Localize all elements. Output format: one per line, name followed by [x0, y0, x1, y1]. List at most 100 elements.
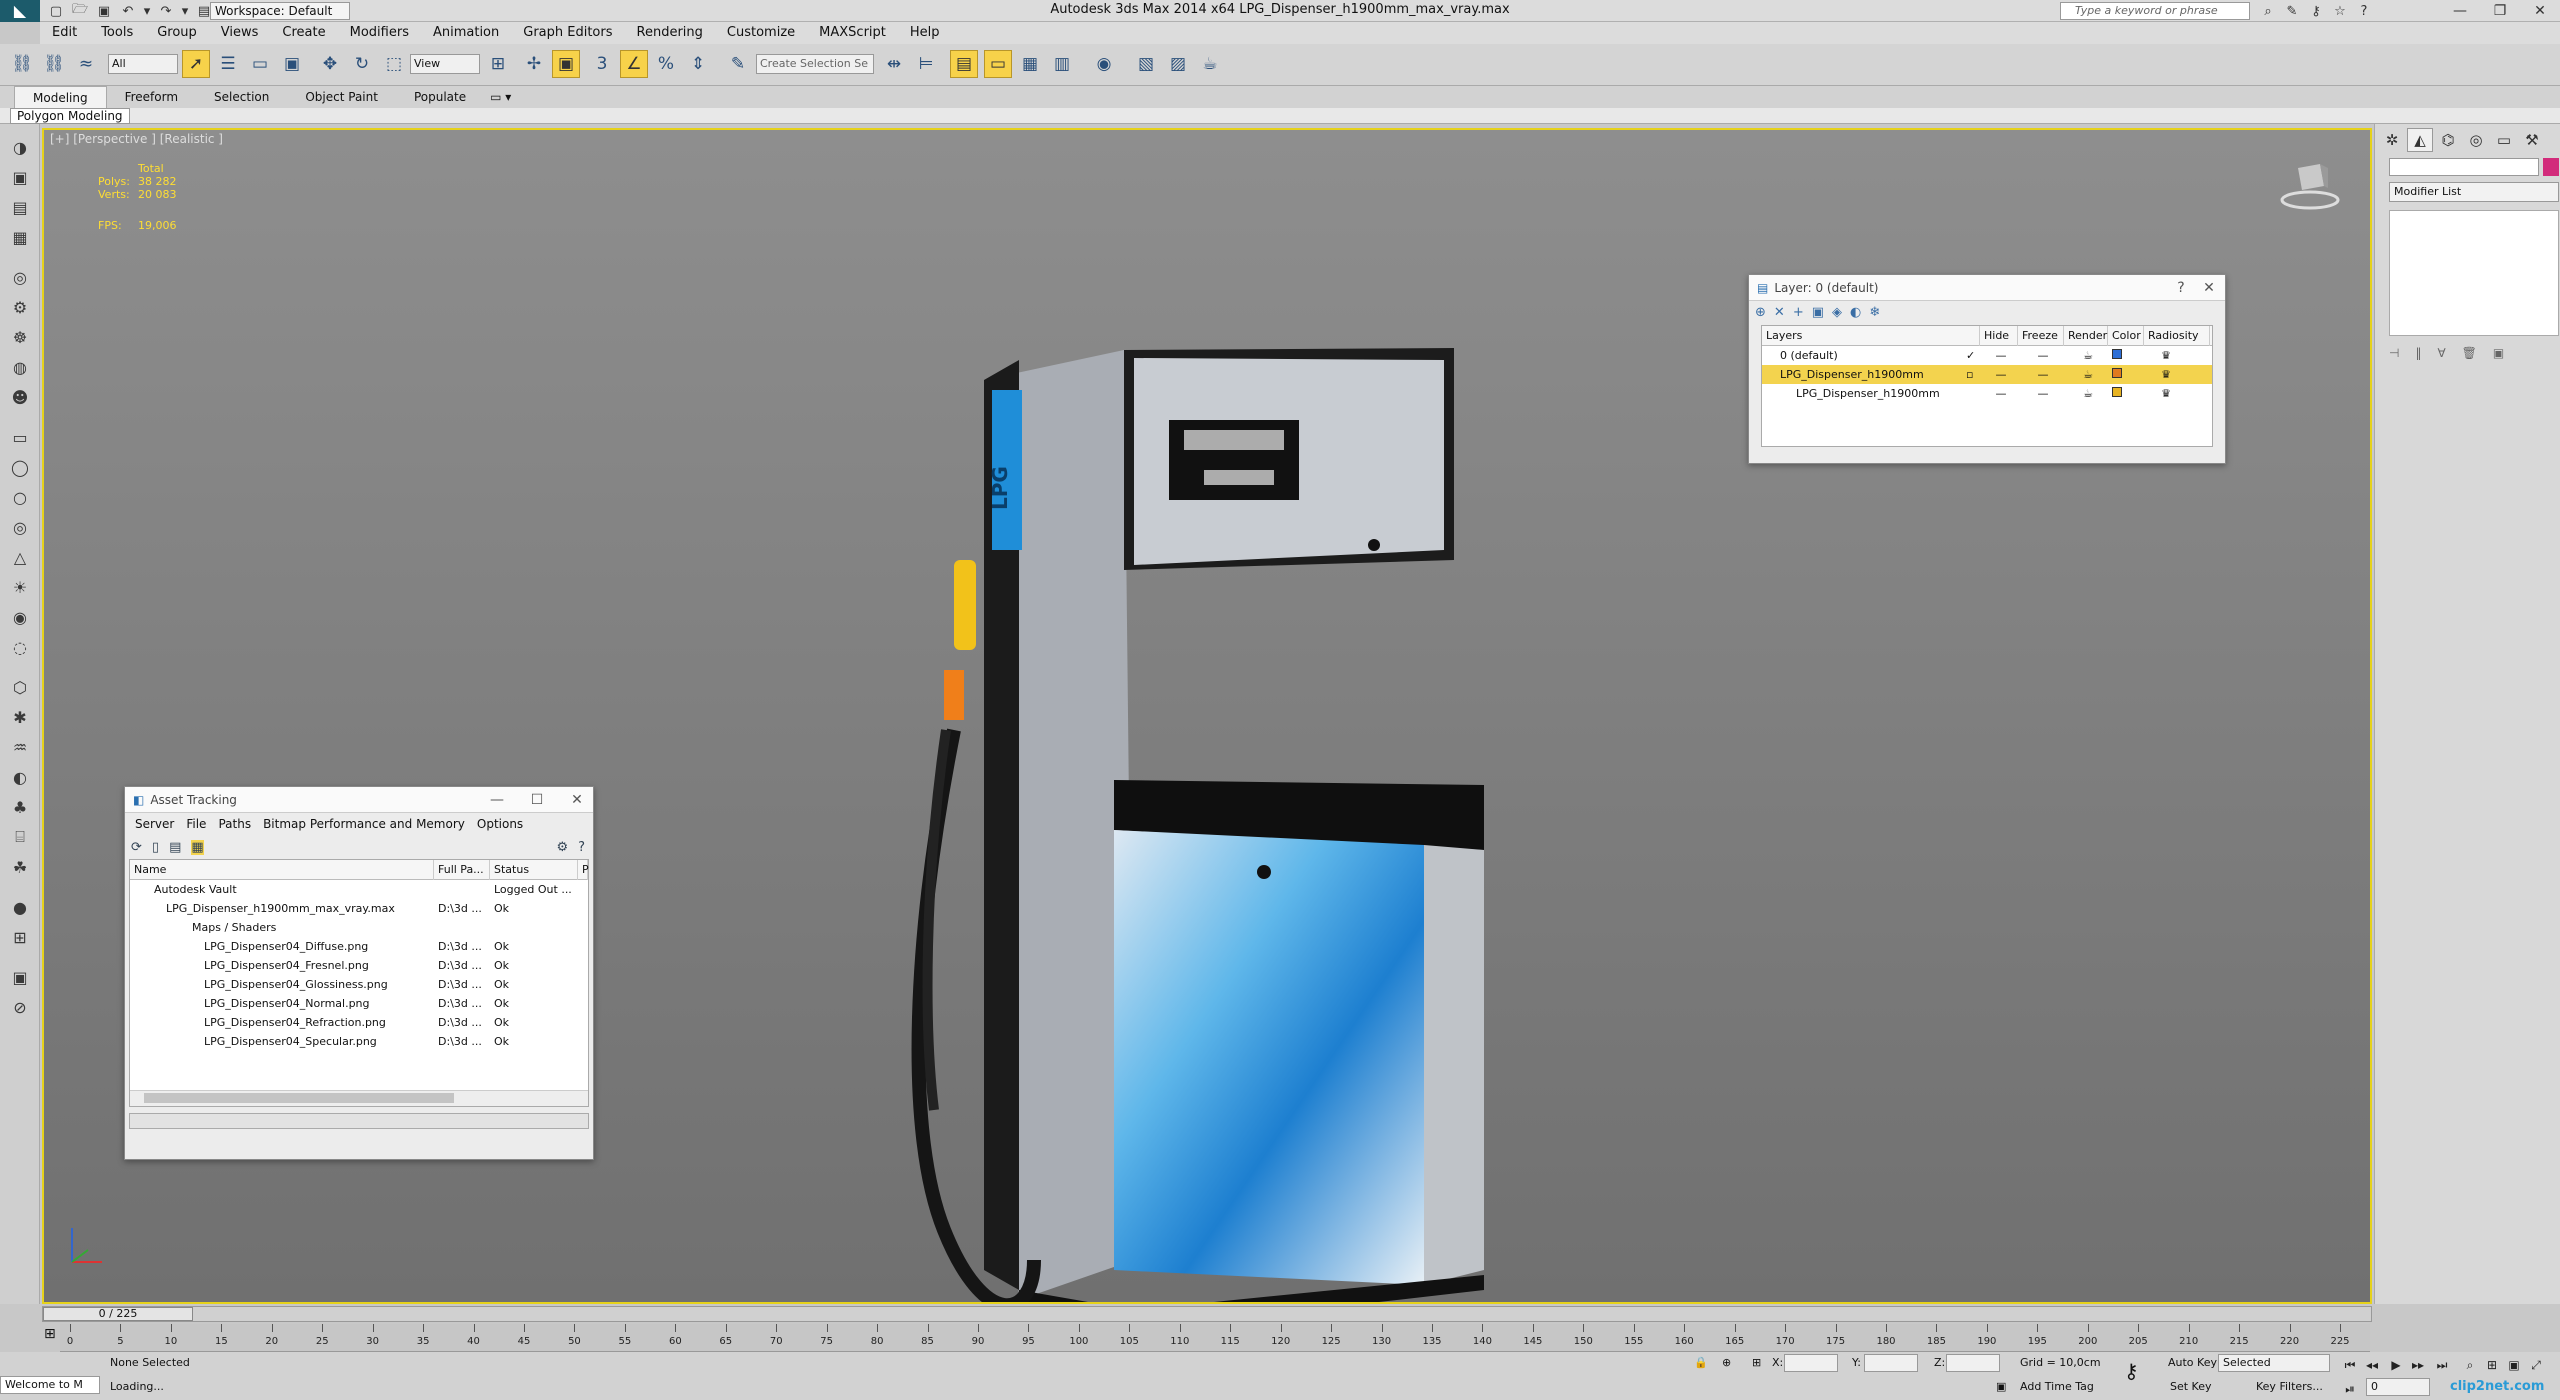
rotate-icon[interactable]: ↻ [348, 50, 376, 78]
mini-curve-editor-icon[interactable]: ⊞ [44, 1326, 58, 1350]
layer-color-swatch[interactable] [2108, 349, 2144, 362]
geosphere-icon[interactable]: ◉ [6, 604, 34, 630]
asset-row[interactable]: LPG_Dispenser04_Glossiness.png D:\3d ...… [130, 975, 588, 994]
tools-icon[interactable]: ✎ [2282, 2, 2302, 20]
globe-icon[interactable]: ◐ [6, 764, 34, 790]
render-production-icon[interactable]: ☕ [1196, 50, 1224, 78]
refresh-icon[interactable]: ⟳ [131, 840, 142, 855]
help-icon[interactable]: ? [2171, 278, 2191, 298]
edit-named-selection-icon[interactable]: ✎ [724, 50, 752, 78]
open-file-icon[interactable]: 🗁 [70, 2, 90, 20]
zoom-all-icon[interactable]: ⊞ [2482, 1356, 2502, 1374]
viewport-layout-icon[interactable]: ◑ [6, 134, 34, 160]
table-view-icon[interactable]: ▦ [191, 839, 204, 855]
modify-tab-icon[interactable]: ◭ [2407, 128, 2433, 152]
col-p[interactable]: P [578, 859, 589, 880]
previous-frame-icon[interactable]: ◂◂ [2362, 1356, 2382, 1374]
render-icon[interactable]: ◎ [6, 264, 34, 290]
move-icon[interactable]: ✥ [316, 50, 344, 78]
menu-animation[interactable]: Animation [421, 22, 511, 44]
angle-snap-icon[interactable]: ∠ [620, 50, 648, 78]
y-coordinate-input[interactable] [1864, 1354, 1918, 1372]
tab-modeling[interactable]: Modeling [14, 85, 107, 109]
hide-toggle[interactable]: — [1980, 368, 2018, 381]
asset-menu-bitmap[interactable]: Bitmap Performance and Memory [257, 817, 471, 831]
col-layers[interactable]: Layers [1762, 325, 1980, 346]
utilities-tab-icon[interactable]: ⚒ [2519, 128, 2545, 152]
asset-help-icon[interactable]: ? [578, 840, 585, 855]
col-hide[interactable]: Hide [1980, 325, 2018, 346]
redo-icon[interactable]: ↷ [156, 2, 176, 20]
col-radiosity[interactable]: Radiosity [2144, 325, 2210, 346]
toggle-ribbon-icon[interactable]: ▭ [984, 50, 1012, 78]
star-icon[interactable]: ☆ [2330, 2, 2350, 20]
object-color-swatch[interactable] [2543, 158, 2559, 176]
window-crossing-icon[interactable]: ▣ [278, 50, 306, 78]
scrollbar-thumb[interactable] [144, 1093, 454, 1103]
pin-stack-icon[interactable]: ⊣ [2389, 346, 2399, 360]
minimize-icon[interactable]: — [487, 790, 507, 810]
key-filters-button[interactable]: Key Filters... [2256, 1378, 2323, 1396]
time-tag-icon[interactable]: ▣ [1996, 1378, 2006, 1396]
render-teapot-icon[interactable]: ☕ [2064, 349, 2108, 362]
character-icon[interactable]: ☻ [6, 384, 34, 410]
highlight-layer-icon[interactable]: ◈ [1832, 305, 1842, 320]
tab-populate[interactable]: Populate [396, 86, 484, 108]
select-manipulate-icon[interactable]: ✢ [520, 50, 548, 78]
isolate-icon[interactable]: ⊕ [1722, 1354, 1731, 1372]
viewport-label[interactable]: [+] [Perspective ] [Realistic ] [50, 132, 223, 146]
hair-icon[interactable]: ☘ [6, 854, 34, 880]
show-end-result-icon[interactable]: ‖ [2415, 346, 2421, 360]
maximize-viewport-icon[interactable]: ⤢ [2526, 1356, 2546, 1374]
current-frame-input[interactable]: 0 [2366, 1378, 2430, 1396]
close-button[interactable]: ✕ [2520, 0, 2560, 22]
add-time-tag-button[interactable]: Add Time Tag [2020, 1378, 2094, 1396]
asset-tracking-window[interactable]: ◧ Asset Tracking — ☐ ✕ Server File Paths… [124, 786, 594, 1160]
scale-icon[interactable]: ⬚ [380, 50, 408, 78]
mirror-icon[interactable]: ⇹ [880, 50, 908, 78]
asset-row[interactable]: LPG_Dispenser04_Specular.png D:\3d ... O… [130, 1032, 588, 1051]
asset-row[interactable]: LPG_Dispenser_h1900mm_max_vray.max D:\3d… [130, 899, 588, 918]
torus-primitive-icon[interactable]: ◎ [6, 514, 34, 540]
box-primitive-icon[interactable]: ▭ [6, 424, 34, 450]
menu-create[interactable]: Create [270, 22, 337, 44]
particles-icon[interactable]: ✱ [6, 704, 34, 730]
layer-row-dispenser[interactable]: LPG_Dispenser_h1900mm ▫ — — ☕ ♛ [1762, 365, 2212, 384]
zoom-icon[interactable]: ⌕ [2460, 1356, 2480, 1374]
snaps-toggle-icon[interactable]: 3 [588, 50, 616, 78]
menu-help[interactable]: Help [898, 22, 952, 44]
create-tab-icon[interactable]: ✲ [2379, 128, 2405, 152]
freeze-toggle[interactable]: — [2018, 349, 2064, 362]
app-logo-icon[interactable]: ◣ [0, 0, 40, 22]
rect-selection-icon[interactable]: ▭ [246, 50, 274, 78]
panel-icon[interactable]: ▦ [6, 224, 34, 250]
layer-manager-title-bar[interactable]: ▤ Layer: 0 (default) ? ✕ [1749, 275, 2225, 301]
asset-row[interactable]: LPG_Dispenser04_Normal.png D:\3d ... Ok [130, 994, 588, 1013]
tab-object-paint[interactable]: Object Paint [287, 86, 396, 108]
close-icon[interactable]: ✕ [2199, 278, 2219, 298]
layer-color-swatch[interactable] [2108, 387, 2144, 400]
compass-icon[interactable]: ⊘ [6, 994, 34, 1020]
keyboard-shortcut-toggle-icon[interactable]: ▣ [552, 50, 580, 78]
motion-tab-icon[interactable]: ◎ [2463, 128, 2489, 152]
plant-icon[interactable]: ♣ [6, 794, 34, 820]
viewcube[interactable] [2280, 160, 2340, 210]
asset-menu-server[interactable]: Server [129, 817, 180, 831]
goto-end-icon[interactable]: ⏭ [2432, 1356, 2452, 1374]
grid-object-icon[interactable]: ⊞ [6, 924, 34, 950]
remove-modifier-icon[interactable]: 🗑 [2462, 346, 2477, 360]
radiosity-icon[interactable]: ♛ [2144, 368, 2184, 381]
asset-menu-paths[interactable]: Paths [212, 817, 257, 831]
scene-explorer-icon[interactable]: ▤ [6, 194, 34, 220]
material-editor-icon[interactable]: ◉ [1090, 50, 1118, 78]
asset-row[interactable]: Autodesk Vault Logged Out ... [130, 880, 588, 899]
abs-mode-icon[interactable]: ⊞ [1752, 1354, 1761, 1372]
x-coordinate-input[interactable] [1784, 1354, 1838, 1372]
spinner-snap-icon[interactable]: ⇕ [684, 50, 712, 78]
curve-editor-icon[interactable]: ▦ [1016, 50, 1044, 78]
polygon-modeling-label[interactable]: Polygon Modeling [10, 108, 130, 124]
menu-customize[interactable]: Customize [715, 22, 807, 44]
current-layer-check-icon[interactable]: ▫ [1962, 368, 1980, 381]
cloth-icon[interactable]: ♒ [6, 734, 34, 760]
undo-icon[interactable]: ↶ [118, 2, 138, 20]
